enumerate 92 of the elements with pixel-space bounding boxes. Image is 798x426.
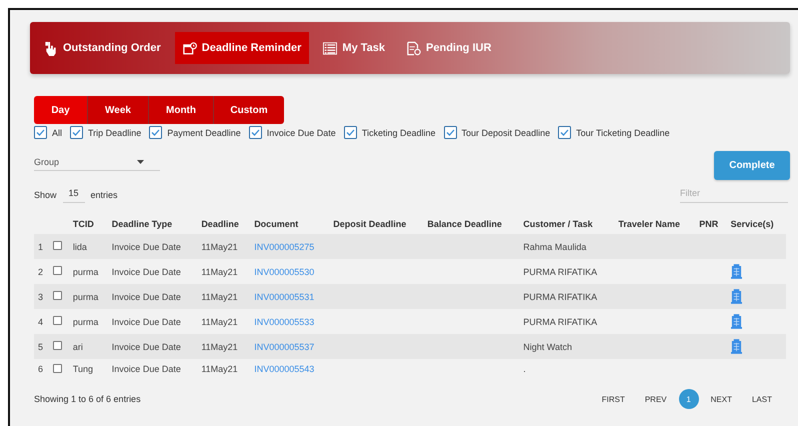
table-cell: ari (68, 334, 108, 359)
checkbox-label: Invoice Due Date (266, 128, 336, 138)
page-button[interactable]: NEXT (702, 389, 740, 409)
page-button[interactable]: LAST (744, 389, 780, 409)
table-cell: 11May21 (197, 259, 250, 284)
column-header: Traveler Name (614, 213, 696, 234)
list-icon (323, 40, 338, 56)
page-button[interactable]: PREV (636, 389, 675, 409)
hotel-icon[interactable] (730, 264, 742, 279)
row-number: 5 (34, 334, 50, 359)
column-header: TCID (68, 213, 108, 234)
checkbox-label: Payment Deadline (167, 128, 241, 138)
checkbox[interactable] (149, 126, 162, 139)
entries-label: entries (90, 190, 118, 200)
row-checkbox[interactable] (53, 316, 62, 325)
column-header: Balance Deadline (423, 213, 520, 234)
table-cell: Invoice Due Date (108, 284, 198, 309)
table-cell: lida (68, 234, 108, 259)
page-button[interactable]: 1 (678, 389, 699, 409)
show-label: Show (34, 190, 57, 200)
checkbox[interactable] (248, 126, 262, 139)
table-cell: purma (68, 259, 108, 284)
calendar-icon (182, 40, 197, 56)
checkbox[interactable] (344, 126, 357, 139)
table-cell: purma (68, 309, 108, 334)
checkbox-label: Tour Ticketing Deadline (576, 128, 670, 138)
hotel-icon[interactable] (730, 339, 742, 354)
table-cell: . (519, 359, 614, 379)
table-cell: Invoice Due Date (108, 259, 198, 284)
row-checkbox[interactable] (53, 341, 62, 350)
period-tab[interactable]: Week (88, 96, 149, 124)
checkbox[interactable] (70, 126, 84, 139)
column-header: Deadline Type (108, 213, 198, 234)
checkbox[interactable] (558, 126, 572, 139)
table-cell: Tung (68, 359, 108, 379)
hand-icon (44, 40, 58, 56)
period-tab[interactable]: Day (34, 96, 88, 124)
table-cell: 11May21 (197, 234, 250, 259)
nav-tab[interactable]: My Task (315, 32, 394, 64)
document-icon (407, 40, 422, 56)
row-checkbox[interactable] (53, 364, 62, 372)
column-header: Deadline (197, 213, 250, 234)
table-cell: 11May21 (197, 334, 250, 359)
document-link[interactable]: INV000005533 (254, 316, 314, 326)
nav-tab[interactable]: Pending IUR (399, 32, 500, 64)
row-number: 6 (34, 359, 50, 379)
column-header: Document (250, 213, 330, 234)
caret-icon (137, 160, 144, 164)
table-cell: 11May21 (197, 309, 250, 334)
checkbox-label: All (52, 128, 62, 138)
filter-field[interactable]: Filter (680, 186, 788, 203)
complete-button[interactable]: Complete (714, 151, 790, 180)
table-cell: Invoice Due Date (108, 334, 198, 359)
hotel-icon[interactable] (730, 314, 742, 329)
table-cell: Rahma Maulida (519, 234, 614, 259)
column-header: Customer / Task (519, 213, 614, 234)
column-header: Service(s) (726, 213, 786, 234)
document-link[interactable]: INV000005543 (254, 364, 314, 374)
checkbox-label: Ticketing Deadline (362, 128, 436, 138)
table-cell: purma (68, 284, 108, 309)
row-checkbox[interactable] (53, 266, 62, 275)
group-dropdown[interactable]: Group (34, 157, 160, 171)
page-button[interactable]: FIRST (594, 389, 633, 409)
checkbox[interactable] (444, 126, 457, 139)
period-tab[interactable]: Custom (214, 96, 284, 124)
column-header: Deposit Deadline (329, 213, 424, 234)
table-cell: PURMA RIFATIKA (519, 259, 614, 284)
checkbox[interactable] (34, 126, 47, 139)
checkbox-label: Trip Deadline (88, 128, 142, 138)
document-link[interactable]: INV000005530 (254, 266, 314, 276)
row-number: 3 (34, 284, 50, 309)
entries-summary: Showing 1 to 6 of 6 entries (34, 394, 141, 404)
hotel-icon[interactable] (730, 289, 742, 304)
table-cell: 11May21 (197, 359, 250, 379)
checkbox-label: Tour Deposit Deadline (462, 128, 550, 138)
nav-tab[interactable]: Deadline Reminder (174, 32, 310, 64)
row-number: 2 (34, 259, 50, 284)
table-cell: Invoice Due Date (108, 359, 198, 379)
table-cell: 11May21 (197, 284, 250, 309)
period-tab[interactable]: Month (149, 96, 214, 124)
row-checkbox[interactable] (53, 291, 62, 300)
column-header: PNR (695, 213, 727, 234)
table-cell: Night Watch (519, 334, 614, 359)
table-cell: PURMA RIFATIKA (519, 309, 614, 334)
table-cell: Invoice Due Date (108, 234, 198, 259)
nav-tab[interactable]: Outstanding Order (36, 32, 169, 64)
table-cell: PURMA RIFATIKA (519, 284, 614, 309)
entries-field[interactable]: 15 (62, 186, 85, 203)
row-checkbox[interactable] (53, 241, 62, 250)
row-number: 1 (34, 234, 50, 259)
row-number: 4 (34, 309, 50, 334)
table-cell: Invoice Due Date (108, 309, 198, 334)
